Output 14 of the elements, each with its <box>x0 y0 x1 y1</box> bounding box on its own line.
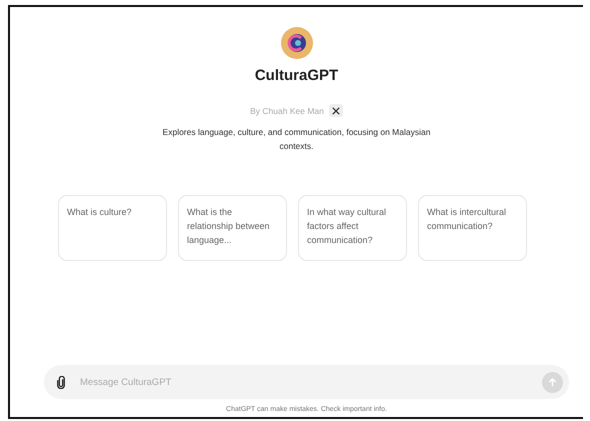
message-input[interactable]: Message CulturaGPT <box>78 376 530 388</box>
author-text: By Chuah Kee Man <box>250 106 324 116</box>
x-link-button[interactable] <box>328 104 343 117</box>
message-field[interactable]: Message CulturaGPT <box>44 365 569 399</box>
suggestion-card[interactable]: What is the relationship between language... <box>178 195 287 261</box>
logo-icon <box>280 27 312 59</box>
gpt-title: CulturaGPT <box>254 67 338 84</box>
suggestion-card[interactable]: In what way cultural factors affect communication? <box>298 195 407 261</box>
x-icon <box>332 106 340 114</box>
arrow-up-icon <box>548 378 557 386</box>
suggestion-card[interactable]: What is culture? <box>58 195 167 261</box>
paperclip-icon[interactable] <box>56 376 66 388</box>
gpt-description: Explores language, culture, and communication, focusing on Malaysian contexts. <box>162 126 432 153</box>
suggestion-card[interactable]: What is intercultural communication? <box>418 195 527 261</box>
